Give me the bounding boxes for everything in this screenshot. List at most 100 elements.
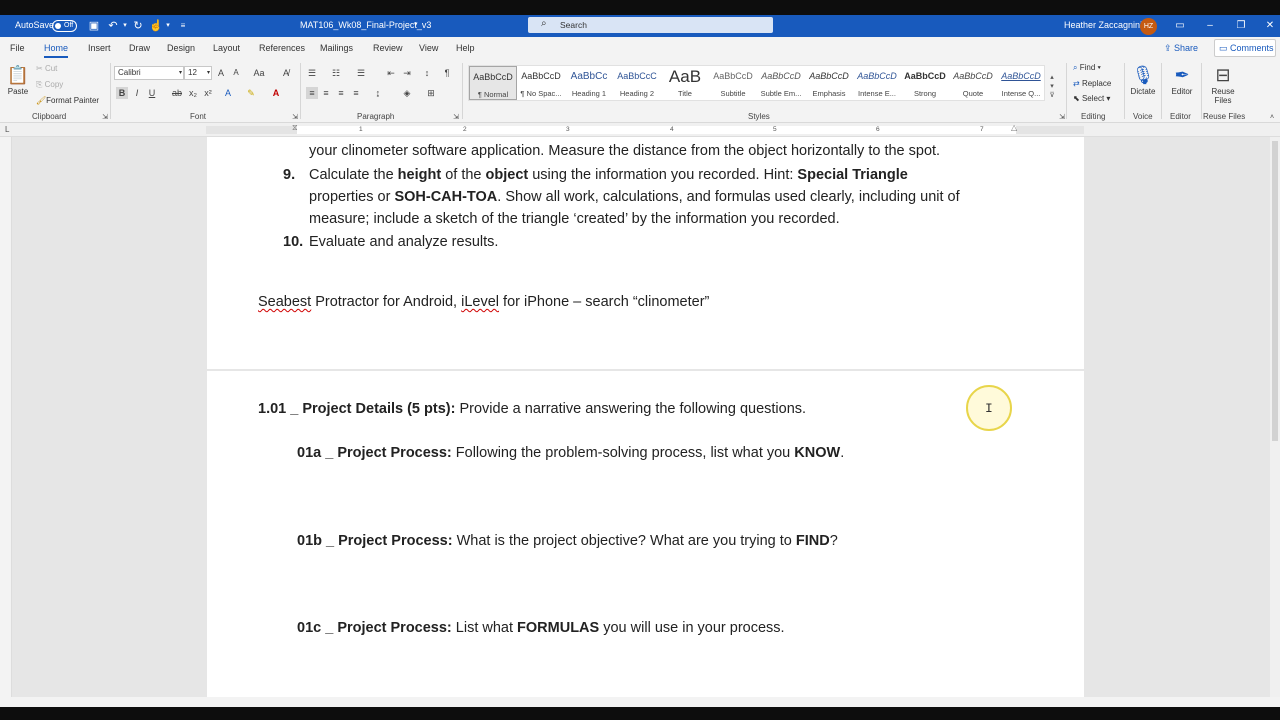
divider (110, 63, 111, 119)
tab-selector-icon[interactable]: L (5, 125, 9, 134)
tab-review[interactable]: Review (373, 43, 403, 53)
ribbon-display-icon[interactable]: ▭ (1172, 18, 1188, 34)
clipboard-group-label: Clipboard (32, 112, 67, 121)
multilevel-list-icon[interactable]: ☰ (355, 67, 367, 79)
styles-scroll[interactable]: ▴ ▾ ⊽ (1047, 73, 1057, 101)
avatar[interactable]: HZ (1140, 18, 1157, 35)
underline-icon[interactable]: U (146, 87, 158, 99)
tab-design[interactable]: Design (167, 43, 195, 53)
bullets-icon[interactable]: ☰ (306, 67, 318, 79)
indent-marker-icon[interactable]: ⧖ (292, 123, 298, 133)
line-spacing-icon[interactable]: ↨ (372, 87, 384, 99)
save-icon[interactable]: ▣ (87, 18, 101, 34)
tab-draw[interactable]: Draw (129, 43, 150, 53)
cut-button[interactable]: ✂ Cut (36, 64, 57, 73)
scroll-thumb[interactable] (1272, 141, 1278, 441)
vertical-scrollbar[interactable] (1270, 137, 1280, 697)
subscript-icon[interactable]: x₂ (187, 87, 199, 99)
question-01c: 01c _ Project Process: List what FORMULA… (297, 619, 785, 637)
ruler-number: 3 (566, 126, 570, 133)
comments-button[interactable]: ▭ Comments (1214, 39, 1276, 57)
style-heading-2[interactable]: AaBbCcC Heading 2 (613, 66, 661, 100)
sort-icon[interactable]: ↕ (421, 67, 433, 79)
style-preview: AaBbCcD (904, 71, 946, 81)
style-subtle-emphasis[interactable]: AaBbCcD Subtle Em... (757, 66, 805, 100)
restore-icon[interactable]: ❐ (1233, 18, 1249, 34)
clear-formatting-icon[interactable]: A̸ (280, 67, 292, 79)
touch-dropdown-icon[interactable]: ▾ (161, 18, 175, 34)
font-size-value: 12 (188, 68, 197, 77)
share-button[interactable]: ⇪ Share (1164, 39, 1198, 57)
font-name-combo[interactable]: Calibri ▾ (114, 66, 184, 80)
style-normal[interactable]: AaBbCcD ¶ Normal (469, 66, 517, 100)
format-painter-button[interactable]: 🖌Format Painter (36, 96, 99, 105)
style-preview: AaBbCcD (953, 71, 993, 81)
dictate-button[interactable]: 🎙 Dictate (1127, 63, 1159, 96)
customize-toolbar-icon[interactable]: ≡ (176, 18, 190, 34)
minimize-icon[interactable]: – (1202, 18, 1218, 34)
redo-icon[interactable]: ↻ (131, 18, 145, 34)
tab-layout[interactable]: Layout (213, 43, 240, 53)
superscript-icon[interactable]: x² (202, 87, 214, 99)
increase-indent-icon[interactable]: ⇥ (401, 67, 413, 79)
style-heading-1[interactable]: AaBbCc Heading 1 (565, 66, 613, 100)
align-right-icon[interactable]: ≡ (335, 87, 347, 99)
style-intense-quote[interactable]: AaBbCcD Intense Q... (997, 66, 1045, 100)
page[interactable]: your clinometer software application. Me… (207, 137, 1084, 369)
misspelled-word[interactable]: iLevel (461, 294, 499, 310)
style-emphasis[interactable]: AaBbCcD Emphasis (805, 66, 853, 100)
shrink-font-icon[interactable]: A (230, 67, 242, 79)
text-effects-icon[interactable]: A (222, 87, 234, 99)
style-title[interactable]: AaB Title (661, 66, 709, 100)
page[interactable]: 1.01 _ Project Details (5 pts): Provide … (207, 371, 1084, 701)
style-no-spacing[interactable]: AaBbCcD ¶ No Spac... (517, 66, 565, 100)
style-subtitle[interactable]: AaBbCcD Subtitle (709, 66, 757, 100)
user-name[interactable]: Heather Zaccagnini (1064, 20, 1142, 30)
close-icon[interactable]: ✕ (1262, 18, 1278, 34)
borders-icon[interactable]: ⊞ (425, 87, 437, 99)
right-indent-marker-icon[interactable]: △ (1011, 123, 1017, 132)
align-center-icon[interactable]: ≡ (320, 87, 332, 99)
highlight-icon[interactable]: ✎ (245, 87, 257, 99)
reuse-files-button[interactable]: ⊟ Reuse Files (1207, 63, 1239, 105)
font-color-icon[interactable]: A (270, 87, 282, 99)
change-case-icon[interactable]: Aa (250, 67, 268, 79)
tab-file[interactable]: File (10, 43, 25, 53)
decrease-indent-icon[interactable]: ⇤ (385, 67, 397, 79)
tab-view[interactable]: View (419, 43, 438, 53)
tab-mailings[interactable]: Mailings (320, 43, 353, 53)
misspelled-word[interactable]: Seabest (258, 294, 311, 310)
pilcrow-icon[interactable]: ¶ (441, 67, 453, 79)
grow-font-icon[interactable]: A (215, 67, 227, 79)
paste-button[interactable]: 📋 Paste (4, 63, 32, 96)
share-label: Share (1174, 43, 1199, 53)
italic-icon[interactable]: I (131, 87, 143, 99)
copy-button[interactable]: ⎘ Copy (36, 80, 63, 90)
numbering-icon[interactable]: ☷ (330, 67, 342, 79)
find-button[interactable]: ⌕ Find ▾ (1073, 63, 1101, 73)
align-left-icon[interactable]: ≡ (306, 87, 318, 99)
select-button[interactable]: ⬉ Select ▾ (1073, 94, 1110, 103)
undo-dropdown-icon[interactable]: ▾ (118, 18, 132, 34)
style-quote[interactable]: AaBbCcD Quote (949, 66, 997, 100)
strikethrough-icon[interactable]: ab (171, 87, 183, 99)
shading-icon[interactable]: ◈ (401, 87, 413, 99)
search-box[interactable]: ⌕ Search (528, 17, 773, 33)
tab-references[interactable]: References (259, 43, 305, 53)
justify-icon[interactable]: ≡ (350, 87, 362, 99)
style-intense-emphasis[interactable]: AaBbCcD Intense E... (853, 66, 901, 100)
tab-home[interactable]: Home (44, 43, 69, 58)
font-size-combo[interactable]: 12 ▾ (184, 66, 212, 80)
tab-insert[interactable]: Insert (88, 43, 111, 53)
tab-help[interactable]: Help (456, 43, 475, 53)
bold-icon[interactable]: B (116, 87, 128, 99)
text-run: What is the project objective? What are … (452, 533, 796, 549)
replace-button[interactable]: ⇄ Replace (1073, 79, 1111, 88)
title-dropdown-icon[interactable]: ▾ (414, 20, 418, 28)
editor-button[interactable]: ✒ Editor (1166, 63, 1198, 96)
style-strong[interactable]: AaBbCcD Strong (901, 66, 949, 100)
style-preview: AaBbCcD (809, 71, 849, 81)
autosave-toggle[interactable]: Off (52, 20, 77, 32)
style-preview: AaBbCcD (857, 71, 897, 81)
document-title[interactable]: MAT106_Wk08_Final-Project_v3 (300, 20, 431, 30)
